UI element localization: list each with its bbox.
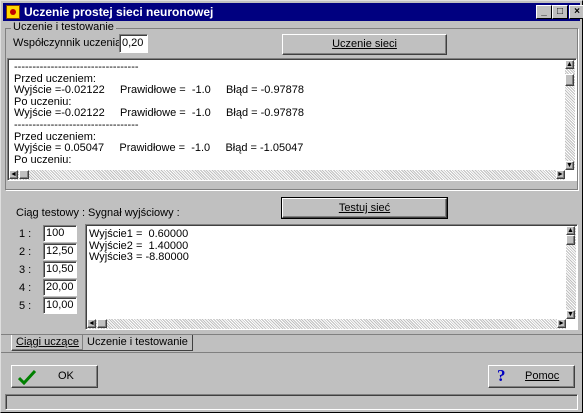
help-label: Pomoc <box>525 370 560 382</box>
tab-training-testing[interactable]: Uczenie i testowanie <box>83 335 193 351</box>
log-line: Wyjście =-0.02122 Prawidłowe = -1.0 Błąd… <box>14 84 305 97</box>
log-line: Wyjście = 0.05047 Prawidłowe = -1.0 Błąd… <box>14 142 304 155</box>
log-line: ---------------------------------- <box>14 61 139 73</box>
output-scroll-right-icon[interactable]: ► <box>557 319 566 328</box>
output-scroll-up-icon[interactable]: ▲ <box>566 226 575 235</box>
training-log[interactable]: ---------------------------------- Przed … <box>7 58 577 181</box>
test-network-label: Testuj sieć <box>338 202 391 214</box>
output-scroll-down-icon[interactable]: ▼ <box>566 310 575 319</box>
log-vertical-scrollbar[interactable]: ▲ ▼ <box>565 60 575 170</box>
test-value-input[interactable]: 100 <box>43 225 77 242</box>
log-line: Przed uczeniem: <box>14 130 96 143</box>
log-line: Po uczeniu: <box>14 153 72 166</box>
log-scroll-left-icon[interactable]: ◄ <box>9 170 18 179</box>
ok-label: OK <box>58 370 74 382</box>
test-value-input[interactable]: 10,00 <box>43 297 77 314</box>
test-row-label: 2 : <box>19 246 32 258</box>
tab-training-sequences-label: Ciągi uczące <box>16 336 79 348</box>
maximize-button[interactable]: □ <box>552 5 568 19</box>
minimize-button[interactable]: _ <box>536 5 552 19</box>
ok-button[interactable]: OK <box>11 365 98 388</box>
tab-training-sequences[interactable]: Ciągi uczące <box>11 335 84 351</box>
window-title: Uczenie prostej sieci neuronowej <box>24 5 214 19</box>
test-row-label: 4 : <box>19 282 32 294</box>
output-vertical-scrollbar[interactable]: ▲ ▼ <box>566 226 576 319</box>
test-value-input[interactable]: 12,50 <box>43 243 77 260</box>
output-horizontal-scrollbar[interactable]: ◄ ► <box>87 319 566 329</box>
output-scroll-left-icon[interactable]: ◄ <box>87 319 96 328</box>
output-line: Wyjście3 = -8.80000 <box>89 251 189 263</box>
log-scroll-up-icon[interactable]: ▲ <box>565 60 574 69</box>
log-horizontal-scrollbar[interactable]: ◄ ► <box>9 170 565 180</box>
main-window: Uczenie prostej sieci neuronowej _ □ × U… <box>0 0 583 413</box>
checkmark-icon <box>18 369 36 385</box>
log-scroll-down-icon[interactable]: ▼ <box>565 161 574 170</box>
question-mark-icon: ? <box>497 366 506 385</box>
log-line: Po uczeniu: <box>14 95 72 108</box>
footer-separator <box>1 352 582 353</box>
title-bar[interactable]: Uczenie prostej sieci neuronowej _ □ × <box>3 3 583 21</box>
train-network-label: Uczenie sieci <box>332 38 397 50</box>
log-scroll-thumb[interactable] <box>565 74 574 86</box>
output-scroll-thumb[interactable] <box>566 235 575 245</box>
log-line: Przed uczeniem: <box>14 72 96 85</box>
log-scroll-right-icon[interactable]: ► <box>556 170 565 179</box>
app-icon[interactable] <box>6 5 20 19</box>
tab-training-testing-label: Uczenie i testowanie <box>87 336 188 348</box>
train-network-button[interactable]: Uczenie sieci <box>282 34 447 55</box>
output-signal-label: Sygnał wyjściowy : <box>88 207 180 219</box>
output-line: Wyjście2 = 1.40000 <box>89 239 189 252</box>
close-button[interactable]: × <box>569 5 583 19</box>
output-line: Wyjście1 = 0.60000 <box>89 228 189 240</box>
help-button[interactable]: ? Pomoc <box>488 365 575 388</box>
coefficient-label: Współczynnik uczenia: <box>13 37 125 49</box>
coefficient-input[interactable]: 0,20 <box>119 34 148 53</box>
output-hscroll-thumb[interactable] <box>97 319 107 328</box>
test-sequence-label: Ciąg testowy : <box>16 207 86 219</box>
test-value-input[interactable]: 10,50 <box>43 261 77 278</box>
output-memo[interactable]: Wyjście1 = 0.60000 Wyjście2 = 1.40000 Wyjś… <box>85 224 578 330</box>
group-legend: Uczenie i testowanie <box>11 21 116 33</box>
test-value-input[interactable]: 20,00 <box>43 279 77 296</box>
test-row-label: 5 : <box>19 300 32 312</box>
test-row-label: 1 : <box>19 228 32 240</box>
log-hscroll-thumb[interactable] <box>19 170 29 179</box>
status-bar <box>5 394 578 410</box>
log-line: ---------------------------------- <box>14 119 139 131</box>
log-line: Wyjście =-0.02122 Prawidłowe = -1.0 Błąd… <box>14 107 305 120</box>
test-row-label: 3 : <box>19 264 32 276</box>
test-network-button[interactable]: Testuj sieć <box>281 197 448 219</box>
